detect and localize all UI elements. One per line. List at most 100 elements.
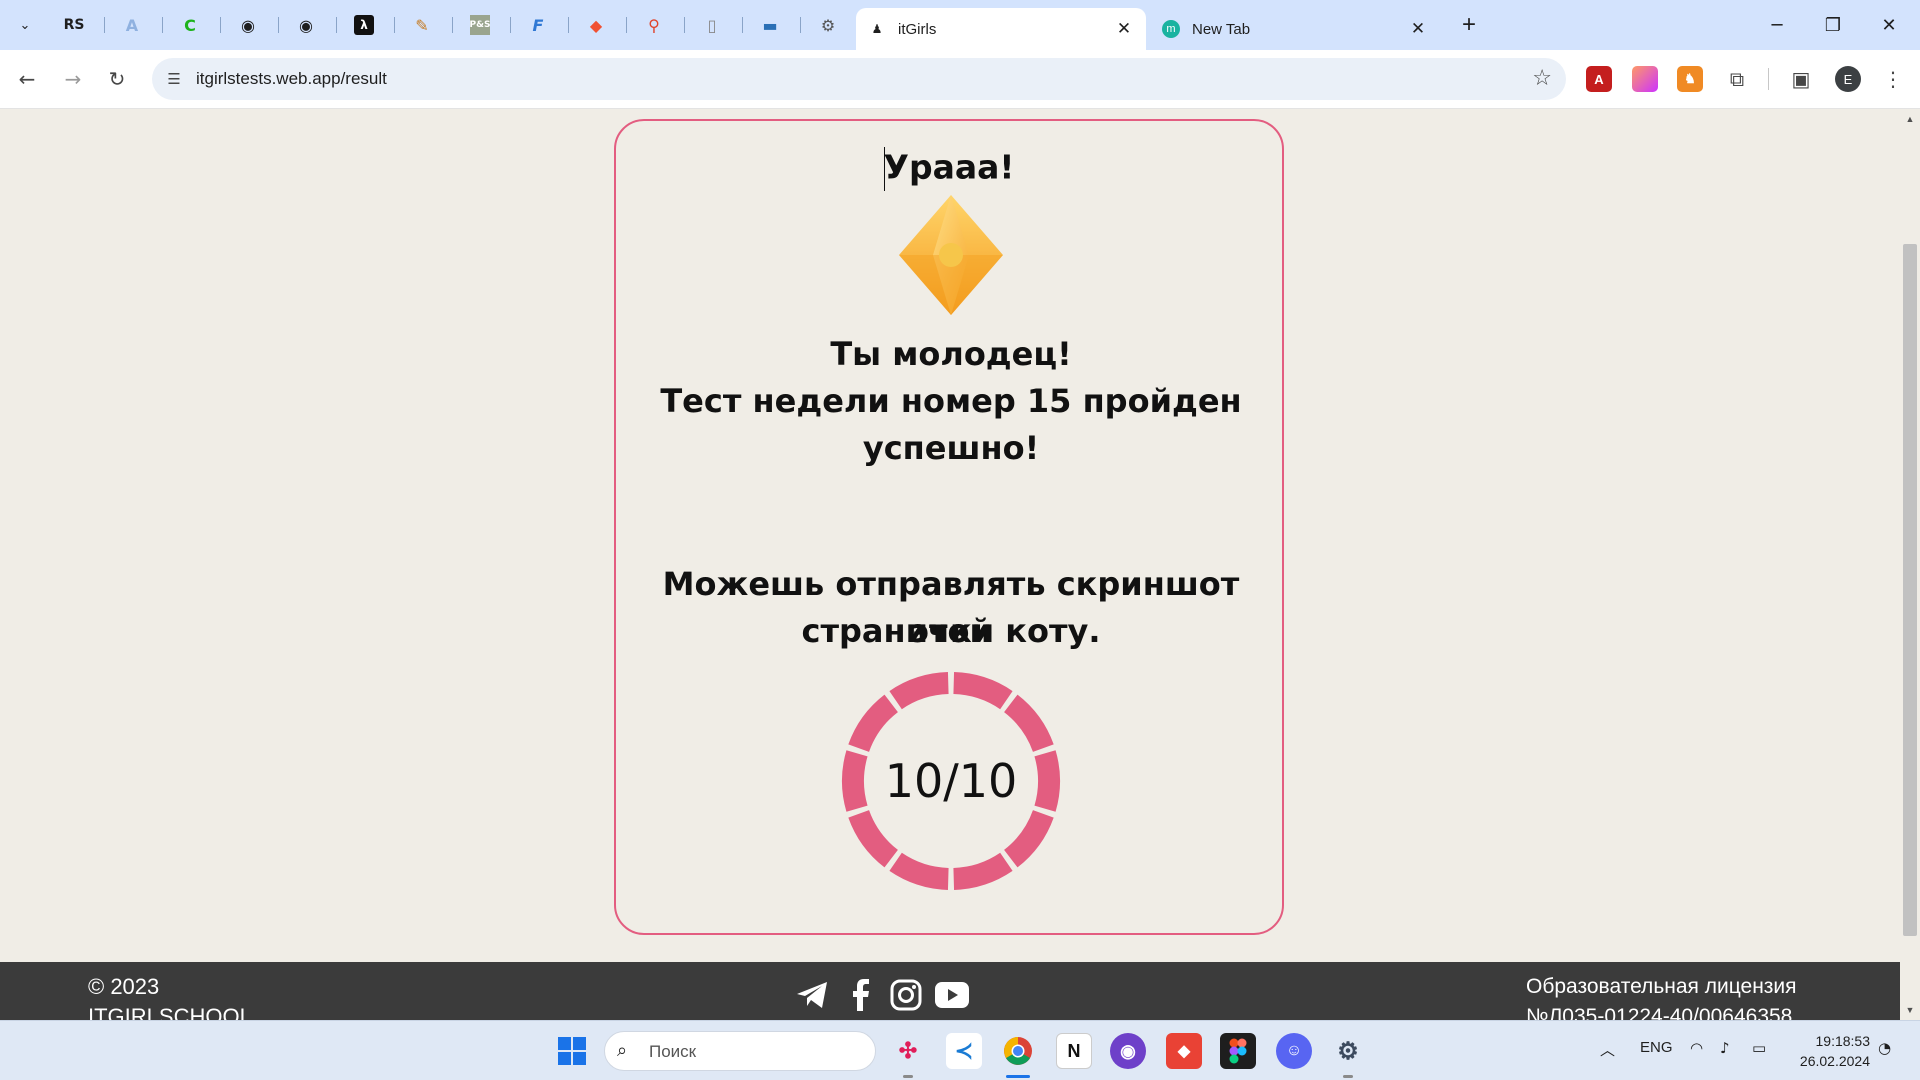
forward-button[interactable]: → bbox=[56, 62, 90, 96]
pinned-tab-boat[interactable]: ▬ bbox=[752, 9, 788, 41]
bookmark-star-icon[interactable]: ☆ bbox=[1532, 66, 1552, 91]
restore-button[interactable]: ❐ bbox=[1810, 8, 1856, 42]
pinned-tab-figure[interactable]: ⚲ bbox=[636, 9, 672, 41]
browser-toolbar: ← → ↻ ☰ itgirlstests.web.app/result ☆ A … bbox=[0, 50, 1920, 109]
reload-button[interactable]: ↻ bbox=[100, 62, 134, 96]
close-window-button[interactable]: ✕ bbox=[1866, 8, 1912, 42]
close-tab-icon[interactable]: ✕ bbox=[1408, 19, 1428, 39]
volume-icon[interactable]: ♪ bbox=[1720, 1039, 1730, 1057]
letter-a-icon: A bbox=[125, 15, 139, 35]
figma-icon[interactable] bbox=[1220, 1033, 1256, 1069]
tab-separator bbox=[800, 17, 801, 33]
pinned-tab-ps[interactable]: P&S bbox=[462, 9, 498, 41]
pinned-tab-c[interactable]: C bbox=[172, 9, 208, 41]
new-tab-favicon-icon: m bbox=[1162, 20, 1180, 38]
tab-search-button[interactable]: ⌄ bbox=[10, 10, 40, 40]
pinned-tab-git[interactable]: ◆ bbox=[578, 9, 614, 41]
boat-icon: ▬ bbox=[762, 15, 778, 35]
ps-icon: P&S bbox=[470, 15, 490, 35]
scrollbar-thumb[interactable] bbox=[1903, 244, 1917, 936]
gear-icon: ⚙ bbox=[820, 15, 836, 35]
copyright-year: © 2023 bbox=[88, 974, 160, 999]
result-heading: Урааа! bbox=[616, 147, 1282, 191]
copyright-brand: ITGIRLSCHOOL bbox=[88, 1004, 252, 1020]
back-button[interactable]: ← bbox=[10, 62, 44, 96]
url-text[interactable]: itgirlstests.web.app/result bbox=[196, 69, 387, 89]
new-tab-button[interactable]: + bbox=[1454, 10, 1484, 40]
close-tab-icon[interactable]: ✕ bbox=[1114, 19, 1134, 39]
fox-extension-icon[interactable]: ♞ bbox=[1677, 66, 1703, 92]
windows-start-icon[interactable] bbox=[554, 1033, 590, 1069]
pinned-tab-code[interactable]: λ bbox=[346, 9, 382, 41]
pinned-tab-github-2[interactable]: ◉ bbox=[288, 9, 324, 41]
pinned-tab-translate[interactable]: A bbox=[114, 9, 150, 41]
search-icon: ⌕ bbox=[617, 1040, 628, 1061]
extensions-puzzle-icon[interactable]: ⧉ bbox=[1720, 62, 1754, 96]
taskbar-search-box[interactable]: ⌕ Поиск bbox=[604, 1031, 876, 1071]
tab-separator bbox=[220, 17, 221, 33]
pinned-tab-doc[interactable]: ▯ bbox=[694, 9, 730, 41]
discord-icon[interactable]: ☺ bbox=[1276, 1033, 1312, 1069]
tab-separator bbox=[278, 17, 279, 33]
language-indicator[interactable]: ENG bbox=[1640, 1039, 1673, 1056]
tab-separator bbox=[742, 17, 743, 33]
tab-separator bbox=[568, 17, 569, 33]
pinned-tab-settings[interactable]: ⚙ bbox=[810, 9, 846, 41]
notification-bell-icon[interactable]: ◔ bbox=[1878, 1039, 1891, 1057]
diamond-icon bbox=[899, 195, 1003, 315]
footer-copyright: © 2023 ITGIRLSCHOOL bbox=[88, 972, 252, 1020]
facebook-icon[interactable] bbox=[843, 978, 877, 1012]
search-placeholder: Поиск bbox=[649, 1042, 697, 1061]
slack-running-indicator bbox=[903, 1075, 913, 1078]
tab-separator bbox=[336, 17, 337, 33]
figure-icon: ⚲ bbox=[648, 15, 660, 35]
tray-overflow-chevron-icon[interactable]: ︿ bbox=[1600, 1039, 1615, 1060]
scroll-down-arrow-icon[interactable]: ▼ bbox=[1900, 1002, 1920, 1018]
anydesk-icon[interactable]: ◆ bbox=[1166, 1033, 1202, 1069]
result-heading-text: Урааа! bbox=[883, 147, 1015, 187]
page-scrollbar[interactable]: ▲ ▼ bbox=[1900, 109, 1920, 1020]
minimize-button[interactable]: ─ bbox=[1754, 8, 1800, 42]
pdf-extension-icon[interactable]: A bbox=[1586, 66, 1612, 92]
tab-strip: ⌄ RS A C ◉ ◉ λ ✎ P&S F ◆ ⚲ ▯ ▬ ⚙ ♟ itGir… bbox=[0, 0, 1920, 50]
lambda-icon: λ bbox=[354, 15, 374, 35]
scroll-up-arrow-icon[interactable]: ▲ bbox=[1900, 111, 1920, 127]
chrome-icon[interactable] bbox=[1000, 1033, 1036, 1069]
clock-date: 26.02.2024 bbox=[1799, 1053, 1870, 1069]
taskbar-clock[interactable]: 19:18:53 26.02.2024 bbox=[1790, 1031, 1870, 1071]
profile-avatar[interactable]: E bbox=[1835, 66, 1861, 92]
instagram-icon[interactable] bbox=[889, 978, 923, 1012]
vscode-icon[interactable]: ≺ bbox=[946, 1033, 982, 1069]
itgirls-favicon-icon: ♟ bbox=[871, 22, 883, 36]
tab-separator bbox=[104, 17, 105, 33]
license-number: №Л035-01224-40/00646358 bbox=[1526, 1005, 1793, 1020]
pinned-tab-github-1[interactable]: ◉ bbox=[230, 9, 266, 41]
license-title: Образовательная лицензия bbox=[1526, 975, 1797, 998]
page-content: Урааа! Ты молодец! Тест недели номер 15 … bbox=[0, 109, 1900, 1020]
tab-itgirls[interactable]: ♟ itGirls ✕ bbox=[856, 8, 1146, 50]
score-text: 10/10 bbox=[884, 754, 1018, 808]
slack-icon[interactable]: ✣ bbox=[890, 1033, 926, 1069]
menu-kebab-icon[interactable]: ⋮ bbox=[1876, 62, 1910, 96]
share-message-line-2: странички коту. bbox=[801, 612, 1101, 650]
tab-new-tab[interactable]: m New Tab ✕ bbox=[1150, 8, 1440, 50]
success-message-line-3: успешно! bbox=[862, 429, 1040, 467]
pinned-tab-pen[interactable]: ✎ bbox=[404, 9, 440, 41]
github-desktop-icon[interactable]: ◉ bbox=[1110, 1033, 1146, 1069]
site-info-icon[interactable]: ☰ bbox=[162, 67, 186, 91]
address-bar[interactable]: ☰ itgirlstests.web.app/result ☆ bbox=[152, 58, 1566, 100]
gradient-extension-icon[interactable] bbox=[1632, 66, 1658, 92]
battery-icon[interactable]: ▭ bbox=[1752, 1039, 1766, 1057]
pinned-tab-forms[interactable]: F bbox=[520, 9, 556, 41]
settings-gear-icon[interactable]: ⚙ bbox=[1330, 1033, 1366, 1069]
telegram-icon[interactable] bbox=[795, 978, 829, 1012]
side-panel-icon[interactable]: ▣ bbox=[1784, 62, 1818, 96]
notion-icon[interactable]: N bbox=[1056, 1033, 1092, 1069]
site-footer: © 2023 ITGIRLSCHOOL Образовательная лице… bbox=[0, 962, 1900, 1020]
youtube-icon[interactable] bbox=[935, 978, 969, 1012]
toolbar-divider bbox=[1768, 68, 1769, 90]
pinned-tab-rs[interactable]: RS bbox=[56, 9, 92, 41]
document-icon: ▯ bbox=[707, 15, 717, 35]
github-icon: ◉ bbox=[241, 15, 255, 35]
wifi-icon[interactable]: ◠ bbox=[1690, 1039, 1703, 1057]
